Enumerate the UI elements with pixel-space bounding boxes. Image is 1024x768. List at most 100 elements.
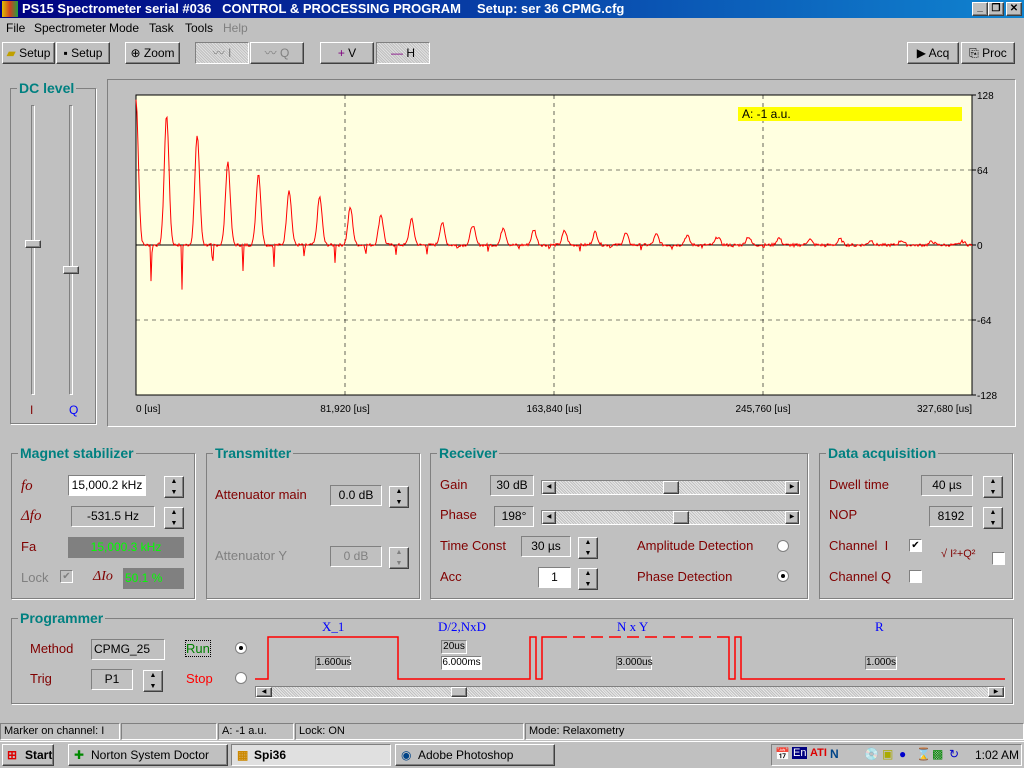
- menu-task[interactable]: Task: [149, 19, 174, 37]
- channel-i-checkbox[interactable]: ✔: [909, 539, 922, 552]
- scroll-right-button[interactable]: ▶: [988, 687, 1004, 697]
- gain-field[interactable]: 30 dB: [490, 475, 534, 496]
- spin-down-icon[interactable]: ▼: [165, 488, 183, 499]
- trig-field[interactable]: P1: [91, 669, 133, 690]
- spin-up-icon[interactable]: ▲: [984, 508, 1002, 519]
- phase-label: Phase: [440, 507, 477, 522]
- vertical-cursor-button[interactable]: + V: [320, 42, 374, 64]
- open-setup-button[interactable]: ▰ Setup: [2, 42, 55, 64]
- stop-radio[interactable]: [235, 672, 247, 684]
- dwell-time-field[interactable]: 40 µs: [921, 475, 973, 496]
- y-tick-label: -64: [977, 316, 992, 327]
- tray-language-icon[interactable]: En: [792, 747, 808, 759]
- time-const-spinner[interactable]: ▲ ▼: [578, 537, 598, 559]
- sequence-scrollbar[interactable]: ◀ ▶: [255, 686, 1005, 698]
- channel-q-button[interactable]: 〰 Q: [250, 42, 304, 64]
- gain-slider[interactable]: ◀ ▶: [541, 480, 800, 495]
- d-duration-field[interactable]: 20us: [441, 640, 467, 654]
- menu-spectrometer[interactable]: Spectrometer: [34, 19, 106, 37]
- spin-up-icon[interactable]: ▲: [144, 671, 162, 682]
- tray-cd-icon[interactable]: 💿: [864, 747, 879, 761]
- menu-file[interactable]: File: [6, 19, 25, 37]
- zoom-button[interactable]: ⊕ Zoom: [125, 42, 180, 64]
- magnitude-checkbox[interactable]: [992, 552, 1005, 565]
- spin-down-icon[interactable]: ▼: [579, 549, 597, 560]
- play-icon: ▶: [916, 46, 926, 60]
- dc-q-slider[interactable]: [63, 266, 79, 275]
- scroll-thumb[interactable]: [451, 687, 467, 697]
- taskbar-photoshop[interactable]: ◉ Adobe Photoshop: [395, 744, 555, 766]
- nxy-duration-field[interactable]: 3.000us: [616, 656, 653, 670]
- nop-field[interactable]: 8192: [929, 506, 973, 527]
- spin-up-icon[interactable]: ▲: [165, 508, 183, 519]
- run-label[interactable]: Run: [185, 640, 211, 657]
- menu-mode[interactable]: Mode: [109, 19, 139, 37]
- spin-up-icon[interactable]: ▲: [579, 538, 597, 549]
- spin-down-icon[interactable]: ▼: [144, 682, 162, 693]
- tray-player-icon[interactable]: ●: [899, 747, 906, 761]
- taskbar-norton[interactable]: ✚ Norton System Doctor: [68, 744, 228, 766]
- tray-sync-icon[interactable]: ↻: [949, 747, 959, 761]
- restore-button[interactable]: ❐: [988, 2, 1004, 16]
- tray-ati-icon[interactable]: ATI: [810, 747, 827, 759]
- method-label: Method: [30, 641, 74, 656]
- signal-plot[interactable]: 128 64 0 -64 -128 0 [us] 81,920 [us] 163,840 [u…: [108, 80, 1015, 426]
- spin-up-icon[interactable]: ▲: [390, 487, 408, 498]
- spin-down-icon[interactable]: ▼: [984, 488, 1002, 499]
- lock-checkbox[interactable]: ✔: [60, 570, 73, 583]
- save-setup-button[interactable]: ▪ Setup: [56, 42, 110, 64]
- spin-up-icon[interactable]: ▲: [165, 477, 183, 488]
- acc-spinner[interactable]: ▲ ▼: [578, 568, 598, 590]
- slider-left-button[interactable]: ◀: [542, 481, 556, 494]
- x1-duration-field[interactable]: 1.600us: [315, 656, 352, 670]
- dwell-time-spinner[interactable]: ▲ ▼: [983, 476, 1003, 498]
- attenuator-main-field[interactable]: 0.0 dB: [330, 485, 382, 506]
- tray-clipboard-icon[interactable]: ▣: [882, 747, 893, 761]
- tray-hourglass-icon[interactable]: ⌛: [916, 747, 931, 761]
- scroll-left-button[interactable]: ◀: [256, 687, 272, 697]
- phase-slider[interactable]: ◀ ▶: [541, 510, 800, 525]
- r-duration-field[interactable]: 1.000s: [865, 656, 897, 670]
- phase-field[interactable]: 198°: [494, 506, 534, 527]
- start-button[interactable]: ⊞ Start: [2, 744, 54, 766]
- spin-down-icon[interactable]: ▼: [984, 519, 1002, 530]
- spin-down-icon[interactable]: ▼: [390, 498, 408, 509]
- attenuator-main-spinner[interactable]: ▲ ▼: [389, 486, 409, 508]
- horizontal-cursor-button[interactable]: — H: [376, 42, 430, 64]
- amplitude-detection-radio[interactable]: [777, 540, 789, 552]
- run-radio[interactable]: [235, 642, 247, 654]
- slider-thumb[interactable]: [662, 481, 679, 494]
- minimize-button[interactable]: _: [972, 2, 988, 16]
- dc-i-slider[interactable]: [25, 240, 41, 249]
- dfo-field[interactable]: -531.5 Hz: [71, 506, 155, 527]
- acquire-button[interactable]: ▶ Acq: [907, 42, 959, 64]
- process-button[interactable]: ⎘ Proc: [961, 42, 1015, 64]
- tray-scheduler-icon[interactable]: 📅: [775, 747, 790, 761]
- fo-field[interactable]: 15,000.2 kHz: [68, 475, 146, 496]
- spin-down-icon[interactable]: ▼: [165, 519, 183, 530]
- method-field[interactable]: CPMG_25: [91, 639, 165, 660]
- tray-norton-shield-icon[interactable]: N: [830, 747, 839, 761]
- trig-spinner[interactable]: ▲ ▼: [143, 670, 163, 692]
- slider-right-button[interactable]: ▶: [785, 511, 799, 524]
- menu-tools[interactable]: Tools: [185, 19, 213, 37]
- floppy-icon: ▪: [63, 46, 68, 60]
- nop-spinner[interactable]: ▲ ▼: [983, 507, 1003, 529]
- phase-detection-radio[interactable]: [777, 570, 789, 582]
- slider-thumb[interactable]: [673, 511, 690, 524]
- spin-up-icon[interactable]: ▲: [984, 477, 1002, 488]
- channel-i-button[interactable]: 〰 I: [195, 42, 249, 64]
- taskbar-spi36[interactable]: ▦ Spi36: [231, 744, 391, 766]
- tray-monitor-icon[interactable]: ▩: [932, 747, 943, 761]
- nxd-duration-field[interactable]: 6.000ms: [441, 656, 482, 670]
- time-const-field[interactable]: 30 µs: [521, 536, 571, 557]
- spin-up-icon[interactable]: ▲: [579, 569, 597, 580]
- slider-left-button[interactable]: ◀: [542, 511, 556, 524]
- slider-right-button[interactable]: ▶: [785, 481, 799, 494]
- channel-q-checkbox[interactable]: [909, 570, 922, 583]
- spin-down-icon[interactable]: ▼: [579, 580, 597, 591]
- acc-field[interactable]: 1: [538, 567, 571, 588]
- fo-spinner[interactable]: ▲ ▼: [164, 476, 184, 498]
- dfo-spinner[interactable]: ▲ ▼: [164, 507, 184, 529]
- close-button[interactable]: ✕: [1006, 2, 1022, 16]
